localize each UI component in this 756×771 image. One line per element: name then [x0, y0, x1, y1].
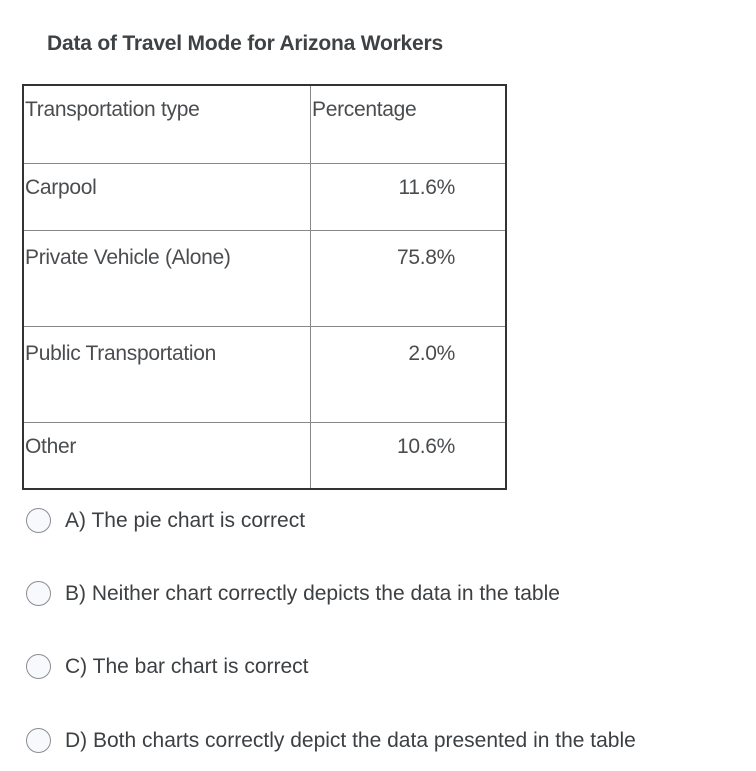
header-percentage: Percentage [310, 84, 507, 164]
radio-button-a[interactable] [26, 508, 51, 533]
table-row: Other 10.6% [22, 422, 507, 490]
radio-button-d[interactable] [26, 728, 51, 753]
radio-button-b[interactable] [26, 581, 51, 606]
radio-button-c[interactable] [26, 654, 51, 679]
header-transportation-type: Transportation type [22, 84, 311, 164]
option-label[interactable]: A) The pie chart is correct [65, 509, 305, 533]
table-row: Carpool 11.6% [22, 163, 507, 231]
table-row: Private Vehicle (Alone) 75.8% [22, 230, 507, 327]
option-label[interactable]: C) The bar chart is correct [65, 655, 309, 679]
answer-option-d[interactable]: D) Both charts correctly depict the data… [26, 728, 636, 753]
answer-option-b[interactable]: B) Neither chart correctly depicts the d… [26, 581, 560, 606]
option-label[interactable]: B) Neither chart correctly depicts the d… [65, 582, 560, 606]
answer-option-a[interactable]: A) The pie chart is correct [26, 508, 305, 533]
cell-percentage: 2.0% [310, 326, 507, 423]
page-title: Data of Travel Mode for Arizona Workers [47, 32, 443, 55]
cell-type: Public Transportation [22, 326, 311, 423]
cell-type: Private Vehicle (Alone) [22, 230, 311, 327]
cell-type: Carpool [22, 163, 311, 231]
table-row: Public Transportation 2.0% [22, 326, 507, 423]
table-header-row: Transportation type Percentage [22, 84, 507, 164]
answer-option-c[interactable]: C) The bar chart is correct [26, 654, 309, 679]
cell-percentage: 75.8% [310, 230, 507, 327]
cell-percentage: 11.6% [310, 163, 507, 231]
option-label[interactable]: D) Both charts correctly depict the data… [65, 729, 636, 753]
cell-percentage: 10.6% [310, 422, 507, 490]
travel-mode-table: Transportation type Percentage Carpool 1… [22, 84, 507, 490]
cell-type: Other [22, 422, 311, 490]
